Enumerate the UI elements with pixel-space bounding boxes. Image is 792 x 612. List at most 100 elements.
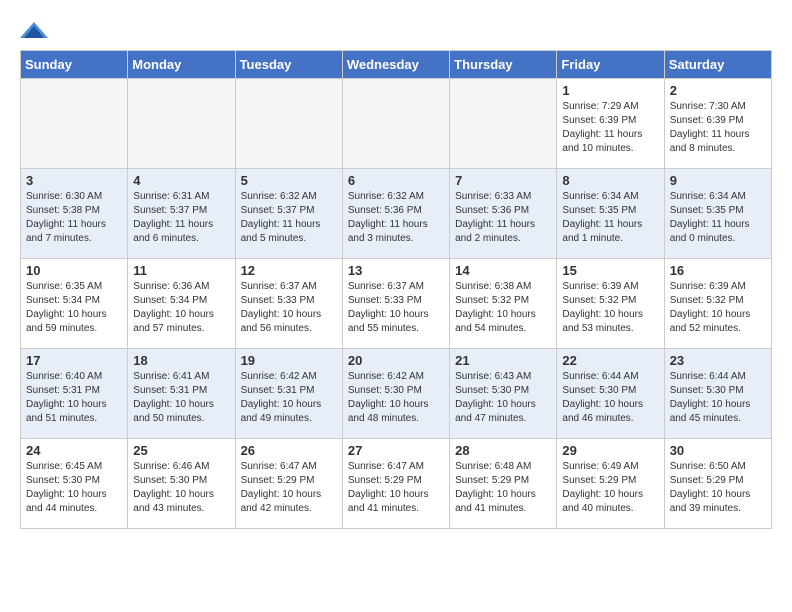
day-number: 16	[670, 263, 766, 278]
calendar-cell: 4Sunrise: 6:31 AM Sunset: 5:37 PM Daylig…	[128, 169, 235, 259]
day-number: 28	[455, 443, 551, 458]
calendar-cell: 16 Sunrise: 6:39 AM Sunset: 5:32 PM Dayli…	[664, 259, 771, 349]
day-number: 7	[455, 173, 551, 188]
week-row-3: 10Sunrise: 6:35 AM Sunset: 5:34 PM Dayli…	[21, 259, 772, 349]
day-info: Sunrise: 6:35 AM Sunset: 5:34 PM Dayligh…	[26, 280, 122, 336]
day-info: Sunrise: 6:34 AM Sunset: 5:35 PM Dayligh…	[562, 190, 658, 246]
day-number: 8	[562, 173, 658, 188]
day-info: Sunrise: 6:39 AM Sunset: 5:32 PM Dayligh…	[670, 280, 766, 336]
day-info: Sunrise: 6:42 AM Sunset: 5:30 PM Dayligh…	[348, 370, 444, 426]
calendar-cell	[450, 79, 557, 169]
day-number: 17	[26, 353, 122, 368]
week-row-5: 24 Sunrise: 6:45 AM Sunset: 5:30 PM Dayli…	[21, 439, 772, 529]
calendar-cell: 18Sunrise: 6:41 AM Sunset: 5:31 PM Dayli…	[128, 349, 235, 439]
day-info: Sunrise: 6:42 AM Sunset: 5:31 PM Dayligh…	[241, 370, 337, 426]
calendar-cell: 25Sunrise: 6:46 AM Sunset: 5:30 PM Dayli…	[128, 439, 235, 529]
day-info: Sunrise: 6:45 AM Sunset: 5:30 PM Dayligh…	[26, 460, 122, 516]
day-number: 12	[241, 263, 337, 278]
calendar-cell: 29 Sunrise: 6:49 AM Sunset: 5:29 PM Dayli…	[557, 439, 664, 529]
header-friday: Friday	[557, 51, 664, 79]
calendar-cell: 30 Sunrise: 6:50 AM Sunset: 5:29 PM Dayli…	[664, 439, 771, 529]
calendar-cell: 13 Sunrise: 6:37 AM Sunset: 5:33 PM Dayli…	[342, 259, 449, 349]
day-number: 29	[562, 443, 658, 458]
day-info: Sunrise: 6:34 AM Sunset: 5:35 PM Dayligh…	[670, 190, 766, 246]
calendar-cell: 20 Sunrise: 6:42 AM Sunset: 5:30 PM Dayli…	[342, 349, 449, 439]
day-info: Sunrise: 7:30 AM Sunset: 6:39 PM Dayligh…	[670, 100, 766, 156]
day-number: 22	[562, 353, 658, 368]
calendar-cell: 26 Sunrise: 6:47 AM Sunset: 5:29 PM Dayli…	[235, 439, 342, 529]
calendar-cell: 2 Sunrise: 7:30 AM Sunset: 6:39 PM Daylig…	[664, 79, 771, 169]
header-saturday: Saturday	[664, 51, 771, 79]
header-thursday: Thursday	[450, 51, 557, 79]
day-info: Sunrise: 6:32 AM Sunset: 5:36 PM Dayligh…	[348, 190, 444, 246]
day-info: Sunrise: 6:47 AM Sunset: 5:29 PM Dayligh…	[241, 460, 337, 516]
day-info: Sunrise: 6:32 AM Sunset: 5:37 PM Dayligh…	[241, 190, 337, 246]
calendar-cell: 7Sunrise: 6:33 AM Sunset: 5:36 PM Daylig…	[450, 169, 557, 259]
header-tuesday: Tuesday	[235, 51, 342, 79]
day-number: 27	[348, 443, 444, 458]
day-number: 3	[26, 173, 122, 188]
day-info: Sunrise: 6:41 AM Sunset: 5:31 PM Dayligh…	[133, 370, 229, 426]
calendar-cell: 8 Sunrise: 6:34 AM Sunset: 5:35 PM Daylig…	[557, 169, 664, 259]
day-info: Sunrise: 6:48 AM Sunset: 5:29 PM Dayligh…	[455, 460, 551, 516]
day-number: 23	[670, 353, 766, 368]
calendar-cell	[235, 79, 342, 169]
day-info: Sunrise: 6:43 AM Sunset: 5:30 PM Dayligh…	[455, 370, 551, 426]
calendar-cell: 12 Sunrise: 6:37 AM Sunset: 5:33 PM Dayli…	[235, 259, 342, 349]
calendar-cell: 24 Sunrise: 6:45 AM Sunset: 5:30 PM Dayli…	[21, 439, 128, 529]
header-row: SundayMondayTuesdayWednesdayThursdayFrid…	[21, 51, 772, 79]
calendar-cell: 22 Sunrise: 6:44 AM Sunset: 5:30 PM Dayli…	[557, 349, 664, 439]
day-number: 15	[562, 263, 658, 278]
header-wednesday: Wednesday	[342, 51, 449, 79]
day-number: 26	[241, 443, 337, 458]
calendar-cell: 10Sunrise: 6:35 AM Sunset: 5:34 PM Dayli…	[21, 259, 128, 349]
calendar-cell: 6Sunrise: 6:32 AM Sunset: 5:36 PM Daylig…	[342, 169, 449, 259]
calendar-cell: 17 Sunrise: 6:40 AM Sunset: 5:31 PM Dayli…	[21, 349, 128, 439]
day-info: Sunrise: 6:44 AM Sunset: 5:30 PM Dayligh…	[562, 370, 658, 426]
calendar-cell: 27 Sunrise: 6:47 AM Sunset: 5:29 PM Dayli…	[342, 439, 449, 529]
calendar-cell: 1 Sunrise: 7:29 AM Sunset: 6:39 PM Daylig…	[557, 79, 664, 169]
calendar-table: SundayMondayTuesdayWednesdayThursdayFrid…	[20, 50, 772, 529]
day-info: Sunrise: 6:50 AM Sunset: 5:29 PM Dayligh…	[670, 460, 766, 516]
calendar-cell: 15 Sunrise: 6:39 AM Sunset: 5:32 PM Dayli…	[557, 259, 664, 349]
day-info: Sunrise: 6:37 AM Sunset: 5:33 PM Dayligh…	[348, 280, 444, 336]
day-number: 20	[348, 353, 444, 368]
calendar-cell: 5 Sunrise: 6:32 AM Sunset: 5:37 PM Daylig…	[235, 169, 342, 259]
day-info: Sunrise: 6:49 AM Sunset: 5:29 PM Dayligh…	[562, 460, 658, 516]
day-info: Sunrise: 6:47 AM Sunset: 5:29 PM Dayligh…	[348, 460, 444, 516]
day-info: Sunrise: 7:29 AM Sunset: 6:39 PM Dayligh…	[562, 100, 658, 156]
logo-icon	[20, 20, 48, 40]
calendar-cell: 19 Sunrise: 6:42 AM Sunset: 5:31 PM Dayli…	[235, 349, 342, 439]
day-info: Sunrise: 6:40 AM Sunset: 5:31 PM Dayligh…	[26, 370, 122, 426]
day-number: 24	[26, 443, 122, 458]
header-sunday: Sunday	[21, 51, 128, 79]
calendar-cell	[128, 79, 235, 169]
day-number: 19	[241, 353, 337, 368]
day-info: Sunrise: 6:39 AM Sunset: 5:32 PM Dayligh…	[562, 280, 658, 336]
calendar-cell: 9 Sunrise: 6:34 AM Sunset: 5:35 PM Daylig…	[664, 169, 771, 259]
day-number: 2	[670, 83, 766, 98]
calendar-cell: 11 Sunrise: 6:36 AM Sunset: 5:34 PM Dayli…	[128, 259, 235, 349]
day-number: 9	[670, 173, 766, 188]
day-number: 21	[455, 353, 551, 368]
logo	[20, 20, 52, 40]
day-number: 13	[348, 263, 444, 278]
day-info: Sunrise: 6:36 AM Sunset: 5:34 PM Dayligh…	[133, 280, 229, 336]
day-info: Sunrise: 6:38 AM Sunset: 5:32 PM Dayligh…	[455, 280, 551, 336]
calendar-cell: 28 Sunrise: 6:48 AM Sunset: 5:29 PM Dayli…	[450, 439, 557, 529]
page-header	[20, 20, 772, 40]
day-number: 5	[241, 173, 337, 188]
calendar-cell: 23 Sunrise: 6:44 AM Sunset: 5:30 PM Dayli…	[664, 349, 771, 439]
day-info: Sunrise: 6:37 AM Sunset: 5:33 PM Dayligh…	[241, 280, 337, 336]
calendar-cell	[21, 79, 128, 169]
week-row-4: 17 Sunrise: 6:40 AM Sunset: 5:31 PM Dayli…	[21, 349, 772, 439]
day-number: 11	[133, 263, 229, 278]
day-info: Sunrise: 6:44 AM Sunset: 5:30 PM Dayligh…	[670, 370, 766, 426]
day-info: Sunrise: 6:30 AM Sunset: 5:38 PM Dayligh…	[26, 190, 122, 246]
calendar-cell: 21 Sunrise: 6:43 AM Sunset: 5:30 PM Dayli…	[450, 349, 557, 439]
calendar-cell	[342, 79, 449, 169]
day-number: 30	[670, 443, 766, 458]
week-row-1: 1 Sunrise: 7:29 AM Sunset: 6:39 PM Daylig…	[21, 79, 772, 169]
calendar-cell: 14Sunrise: 6:38 AM Sunset: 5:32 PM Dayli…	[450, 259, 557, 349]
day-number: 1	[562, 83, 658, 98]
